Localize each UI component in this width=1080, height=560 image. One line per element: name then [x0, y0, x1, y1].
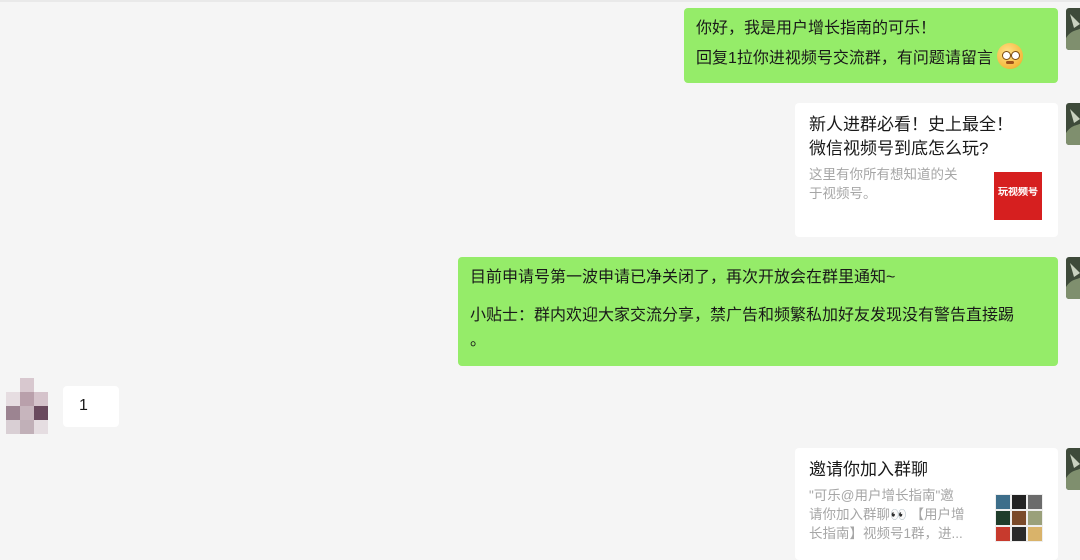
my-avatar[interactable] — [1066, 103, 1080, 145]
message-text-line: 。 — [470, 332, 487, 349]
article-thumbnail-icon: 玩视频号 — [994, 172, 1042, 220]
group-invite-card[interactable]: 邀请你加入群聊 "可乐@用户增长指南"邀 请你加入群聊👀 【用户增 长指南】视频… — [795, 448, 1058, 560]
group-avatar-grid-icon — [995, 494, 1043, 542]
message-bubble-greeting[interactable]: 你好，我是用户增长指南的可乐！ 回复1拉你进视频号交流群，有问题请留言 — [684, 8, 1058, 83]
avatar-image-icon — [1066, 103, 1080, 145]
my-avatar[interactable] — [1066, 8, 1080, 50]
message-text-line-content: 回复1拉你进视频号交流群，有问题请留言 — [696, 50, 993, 67]
article-card[interactable]: 新人进群必看！史上最全！ 微信视频号到底怎么玩? 这里有你所有想知道的关 于视频… — [795, 103, 1058, 237]
my-avatar[interactable] — [1066, 448, 1080, 490]
message-bubble-notice[interactable]: 目前申请号第一波申请已净关闭了，再次开放会在群里通知~ 小贴士：群内欢迎大家交流… — [458, 257, 1058, 366]
avatar-image-icon — [1066, 448, 1080, 490]
pixelated-avatar-icon — [6, 378, 50, 436]
message-text-line — [470, 292, 1046, 302]
top-divider — [0, 0, 1080, 2]
contact-avatar[interactable] — [6, 378, 50, 436]
message-text-line: 目前申请号第一波申请已净关闭了，再次开放会在群里通知~ — [470, 269, 896, 286]
my-avatar[interactable] — [1066, 257, 1080, 299]
message-text-line: 1 — [79, 397, 88, 414]
card-title-line: 新人进群必看！史上最全！ — [809, 115, 1013, 134]
card-title-line: 微信视频号到底怎么玩? — [809, 139, 989, 158]
smiling-glasses-emoji-icon — [996, 43, 1023, 69]
message-text-line: 小贴士：群内欢迎大家交流分享，禁广告和频繁私加好友发现没有警告直接踢 — [470, 307, 1015, 324]
message-text-line: 你好，我是用户增长指南的可乐！ — [696, 20, 937, 37]
message-bubble-reply[interactable]: 1 — [63, 386, 119, 427]
avatar-image-icon — [1066, 257, 1080, 299]
group-avatar-grid-image — [995, 494, 1043, 542]
message-text-line: 回复1拉你进视频号交流群，有问题请留言 — [696, 43, 1046, 73]
thumbnail-text: 玩视频号 — [998, 187, 1038, 198]
card-title-line: 邀请你加入群聊 — [809, 460, 928, 479]
avatar-image-icon — [1066, 8, 1080, 50]
